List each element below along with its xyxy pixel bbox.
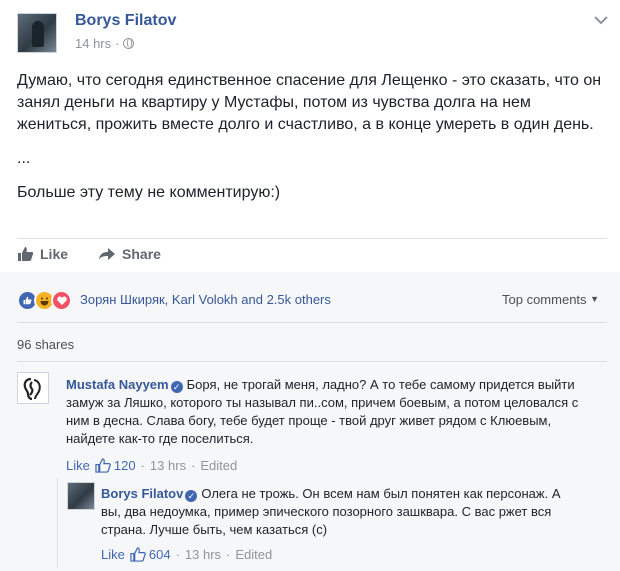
comment-meta: Like 120 · 13 hrs · Edited — [66, 458, 237, 473]
meta-separator: · — [226, 547, 231, 562]
meta-separator: · — [175, 547, 180, 562]
profile-silhouette-icon — [23, 377, 41, 401]
post-paragraph: Больше эту тему не комментирую:) — [17, 184, 281, 201]
edited-label[interactable]: Edited — [200, 458, 237, 473]
comment-like-count[interactable]: 120 — [95, 458, 136, 473]
comment-like-button[interactable]: Like — [66, 458, 90, 473]
top-comments-dropdown[interactable]: Top comments ▼ — [502, 292, 599, 307]
post-paragraph: Думаю, что сегодня единственное спасение… — [17, 72, 602, 133]
divider — [17, 322, 607, 323]
thumbs-up-icon — [18, 247, 34, 261]
author-avatar[interactable] — [17, 13, 57, 53]
thumbs-up-outline-icon — [130, 547, 146, 562]
reply-author[interactable]: Borys Filatov — [101, 486, 183, 501]
post-meta: 14 hrs · — [75, 36, 135, 51]
reply-like-button[interactable]: Like — [101, 547, 125, 562]
verified-badge-icon: ✓ — [185, 490, 198, 502]
reply-avatar[interactable] — [67, 482, 95, 510]
like-label: Like — [40, 246, 69, 262]
post-paragraph: ... — [17, 150, 31, 167]
verified-badge-icon: ✓ — [170, 381, 183, 393]
like-count-value: 604 — [148, 547, 171, 562]
reply-body: Borys Filatov ✓ Олега не трожь. Он всем на… — [101, 485, 571, 539]
shares-count[interactable]: 96 shares — [17, 337, 74, 352]
reply-like-count[interactable]: 604 — [130, 547, 171, 562]
share-icon — [99, 248, 116, 260]
meta-separator: · — [115, 36, 120, 51]
meta-separator: · — [140, 458, 145, 473]
reply-time[interactable]: 13 hrs — [185, 547, 221, 562]
reaction-names[interactable]: Зорян Шкиряк, Karl Volokh and 2.5k other… — [80, 292, 331, 307]
divider — [17, 361, 607, 362]
reply-meta: Like 604 · 13 hrs · Edited — [101, 547, 272, 562]
commenter-avatar[interactable] — [17, 372, 49, 404]
like-button[interactable]: Like — [17, 246, 68, 262]
edited-label[interactable]: Edited — [235, 547, 272, 562]
top-comments-label: Top comments — [502, 292, 587, 307]
comment-time[interactable]: 13 hrs — [150, 458, 186, 473]
share-button[interactable]: Share — [98, 246, 161, 262]
post-author[interactable]: Borys Filatov — [75, 12, 176, 30]
chevron-down-icon[interactable] — [592, 13, 610, 27]
reaction-icons[interactable] — [17, 290, 72, 311]
post-body: Думаю, что сегодня единственное спасение… — [17, 70, 607, 216]
comment-author[interactable]: Mustafa Nayyem — [66, 377, 169, 392]
share-label: Share — [122, 246, 161, 262]
divider — [17, 238, 607, 239]
post-card: Borys Filatov 14 hrs · Думаю, что сегодн… — [0, 0, 620, 571]
globe-icon — [123, 38, 135, 49]
comment-body: Mustafa Nayyem ✓ Боря, не трогай меня, лад… — [66, 376, 586, 448]
reply-thread-line — [57, 478, 58, 568]
meta-separator: · — [191, 458, 196, 473]
post-actions: Like Share — [17, 246, 161, 262]
caret-down-icon: ▼ — [590, 294, 600, 304]
love-reaction-icon — [51, 290, 72, 311]
post-time[interactable]: 14 hrs — [75, 36, 111, 51]
like-count-value: 120 — [113, 458, 136, 473]
thumbs-up-outline-icon — [95, 458, 111, 473]
